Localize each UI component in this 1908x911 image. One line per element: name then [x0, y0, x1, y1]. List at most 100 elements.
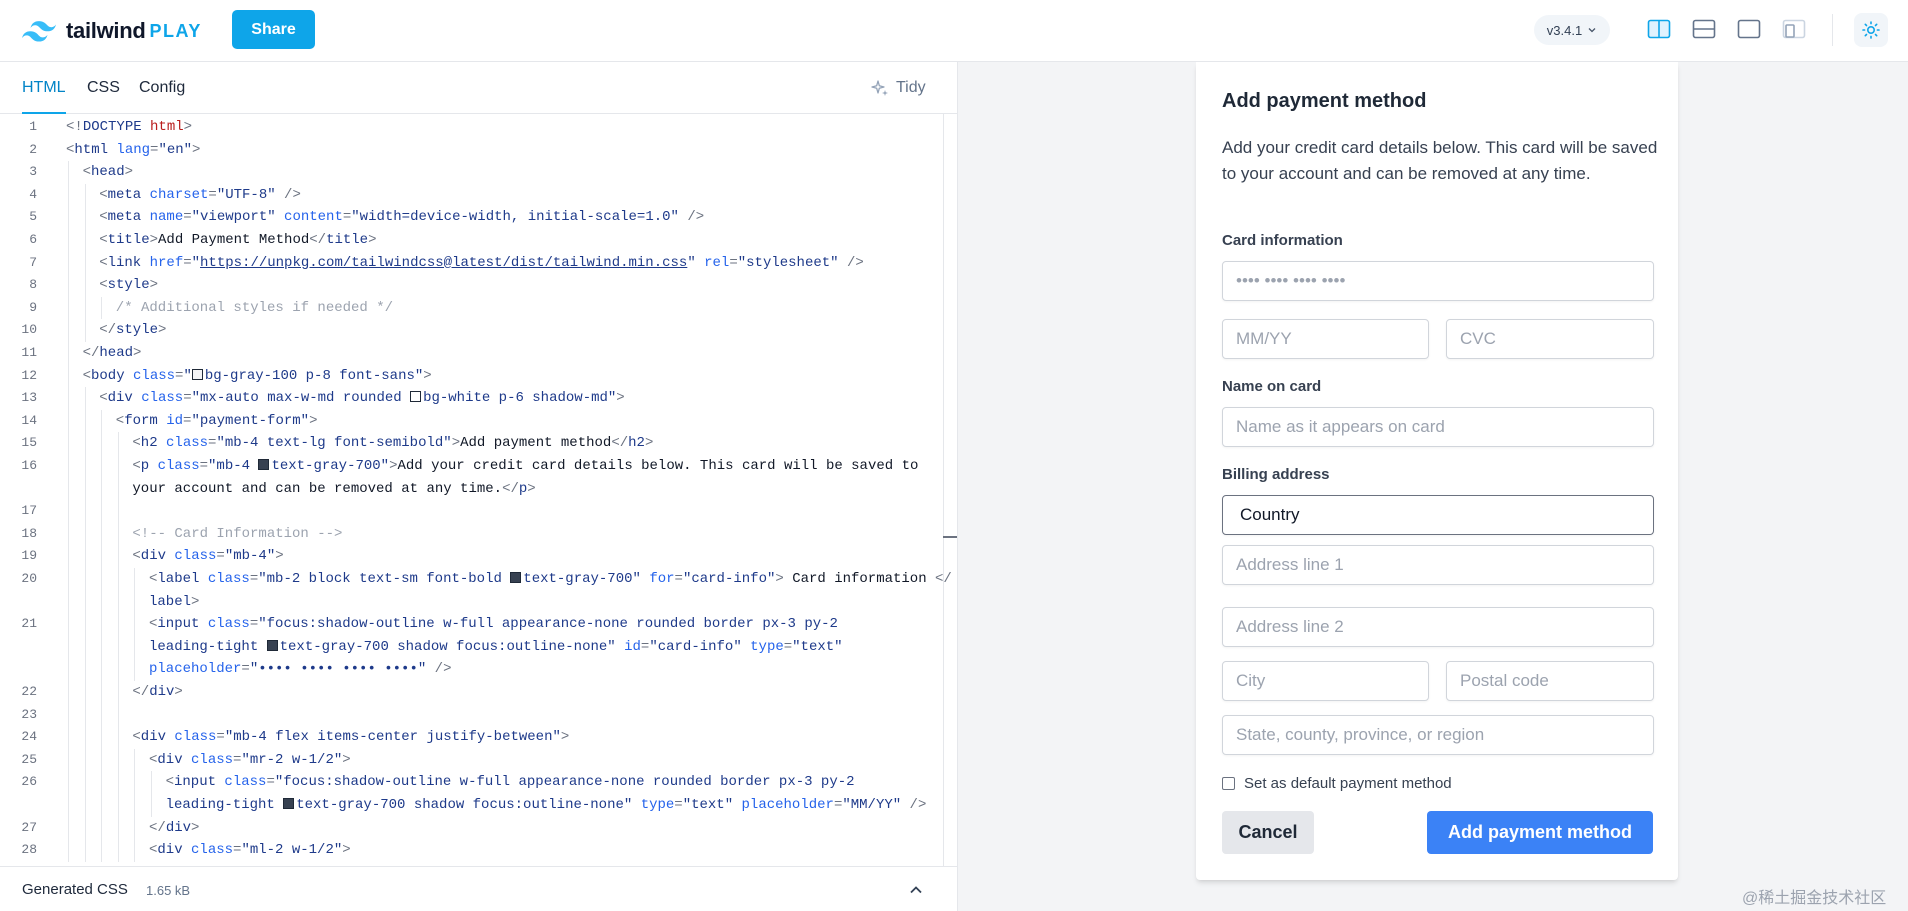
code-line[interactable]: 13 <div class="mx-auto max-w-md rounded b…: [0, 387, 940, 409]
indent-guide: [101, 635, 103, 659]
card-number-input[interactable]: •••• •••• •••• ••••: [1222, 261, 1654, 301]
default-payment-checkbox-row[interactable]: Set as default payment method: [1222, 775, 1452, 792]
code-line[interactable]: 6 <title>Add Payment Method</title>: [0, 229, 940, 251]
layout-split-vertical-button[interactable]: [1645, 16, 1673, 42]
state-region-input[interactable]: State, county, province, or region: [1222, 715, 1654, 755]
default-payment-checkbox[interactable]: [1222, 777, 1235, 790]
code-line[interactable]: 24 <div class="mb-4 flex items-center jus…: [0, 726, 940, 748]
code-line[interactable]: your account and can be removed at any t…: [0, 478, 940, 500]
indent-guide: [84, 703, 86, 727]
code-line[interactable]: 17: [0, 500, 940, 522]
country-select[interactable]: Country: [1222, 495, 1654, 535]
line-number: 26: [21, 774, 37, 790]
theme-toggle-button[interactable]: [1854, 13, 1888, 47]
generated-css-panel[interactable]: Generated CSS 1.65 kB: [0, 866, 957, 911]
postal-code-input[interactable]: Postal code: [1446, 661, 1654, 701]
code-line[interactable]: label>: [0, 591, 940, 613]
code-token: "focus:shadow-outline w-full appearance-…: [274, 774, 855, 791]
code-line[interactable]: 2 <html lang="en">: [0, 139, 940, 161]
indent-guide: [68, 183, 69, 207]
code-token: =: [241, 661, 250, 678]
indent-guide: [117, 771, 119, 794]
code-token: class: [141, 390, 184, 407]
code-line[interactable]: 22 </div>: [0, 681, 940, 703]
layout-preview-only-button[interactable]: [1735, 16, 1763, 42]
name-on-card-input[interactable]: Name as it appears on card: [1222, 407, 1654, 447]
indent-guide: [68, 522, 69, 546]
code-token: meta: [107, 186, 150, 203]
code-line[interactable]: 20 <label class="mb-2 block text-sm font-…: [0, 568, 951, 590]
expiry-input[interactable]: MM/YY: [1222, 319, 1429, 359]
cancel-button[interactable]: Cancel: [1222, 811, 1314, 854]
code-token: class: [166, 435, 209, 452]
tailwind-play-logo[interactable]: tailwind PLAY: [22, 16, 202, 46]
indent-guide: [101, 432, 103, 455]
tidy-button[interactable]: Tidy: [870, 77, 926, 99]
line-number: 18: [21, 525, 37, 541]
indent-guide: [84, 545, 86, 568]
line-number: 17: [21, 503, 37, 519]
code-token: >: [342, 751, 351, 768]
editor-scrollbar[interactable]: [943, 114, 944, 866]
indent-guide: [101, 500, 103, 523]
code-token: <: [99, 232, 108, 248]
code-line[interactable]: 14 <form id="payment-form">: [0, 410, 940, 432]
code-line[interactable]: 21 <input class="focus:shadow-outline w-f…: [0, 613, 940, 635]
code-line[interactable]: leading-tight text-gray-700 shadow focus…: [0, 636, 940, 658]
code-token: >: [192, 141, 201, 158]
code-line[interactable]: 11 </head>: [0, 342, 940, 364]
code-line[interactable]: 8 <style>: [0, 274, 940, 296]
version-select[interactable]: v3.4.1: [1534, 15, 1610, 45]
code-text: leading-tight text-gray-700 shadow focus…: [149, 636, 843, 658]
code-line[interactable]: placeholder="•••• •••• •••• ••••" />: [0, 658, 940, 680]
generated-css-label: Generated CSS: [22, 881, 128, 898]
indent-guide: [117, 477, 119, 501]
layout-split-horizontal-button[interactable]: [1690, 16, 1718, 42]
indent-guide: [84, 274, 86, 297]
indent-guide: [101, 681, 103, 704]
code-line[interactable]: 5 <meta name="viewport" content="width=de…: [0, 206, 940, 228]
address-line-1-input[interactable]: Address line 1: [1222, 545, 1654, 585]
share-button[interactable]: Share: [232, 10, 315, 49]
code-line[interactable]: 10 </style>: [0, 319, 940, 341]
cvc-input[interactable]: CVC: [1446, 319, 1654, 359]
code-line[interactable]: 27 </div>: [0, 817, 940, 839]
code-line[interactable]: 19 <div class="mb-4">: [0, 545, 940, 567]
code-line[interactable]: 28 <div class="ml-2 w-1/2">: [0, 839, 940, 861]
chevron-up-icon[interactable]: [907, 881, 925, 899]
code-line[interactable]: 9 /* Additional styles if needed */: [0, 297, 940, 319]
code-line[interactable]: 3 <head>: [0, 161, 940, 183]
code-token: p: [140, 458, 158, 474]
code-line[interactable]: 25 <div class="mr-2 w-1/2">: [0, 749, 940, 771]
code-text: <body class=" bg-gray-100 p-8 font-sans">: [83, 365, 432, 387]
layout-responsive-button[interactable]: [1780, 16, 1808, 42]
indent-guide: [84, 771, 86, 794]
code-token: <!: [66, 119, 83, 135]
line-number: 4: [29, 186, 37, 202]
responsive-icon: [1782, 19, 1806, 39]
color-swatch: [510, 572, 522, 583]
code-line[interactable]: 26 <input class="focus:shadow-outline w-f…: [0, 771, 940, 793]
code-line[interactable]: 1 <!DOCTYPE html>: [0, 116, 940, 138]
add-payment-method-button[interactable]: Add payment method: [1427, 811, 1653, 854]
code-token: ": [191, 254, 201, 271]
tidy-label: Tidy: [896, 79, 926, 96]
code-line[interactable]: 4 <meta charset="UTF-8" />: [0, 184, 940, 206]
code-line[interactable]: 18 <!-- Card Information -->: [0, 523, 940, 545]
code-line[interactable]: 12 <body class=" bg-gray-100 p-8 font-sans…: [0, 365, 940, 387]
code-area[interactable]: 1 <!DOCTYPE html> 2 <html lang="en"> 3 <head>…: [0, 114, 957, 866]
code-line[interactable]: leading-tight text-gray-700 shadow focus…: [0, 794, 940, 816]
tab-css[interactable]: CSS: [87, 62, 120, 114]
code-line[interactable]: 23: [0, 704, 940, 726]
indent-guide: [101, 545, 103, 568]
code-token: "UTF-8": [216, 186, 276, 203]
code-line[interactable]: 7 <link href="https://unpkg.com/tailwindc…: [0, 252, 940, 274]
indent-guide: [117, 635, 119, 659]
city-input[interactable]: City: [1222, 661, 1429, 701]
tab-config[interactable]: Config: [139, 62, 185, 114]
address-line-2-input[interactable]: Address line 2: [1222, 607, 1654, 647]
tab-html[interactable]: HTML: [22, 62, 66, 114]
code-line[interactable]: 16 <p class="mb-4 text-gray-700">Add your…: [0, 455, 940, 477]
code-token: </: [309, 232, 327, 248]
code-line[interactable]: 15 <h2 class="mb-4 text-lg font-semibold"…: [0, 432, 940, 454]
